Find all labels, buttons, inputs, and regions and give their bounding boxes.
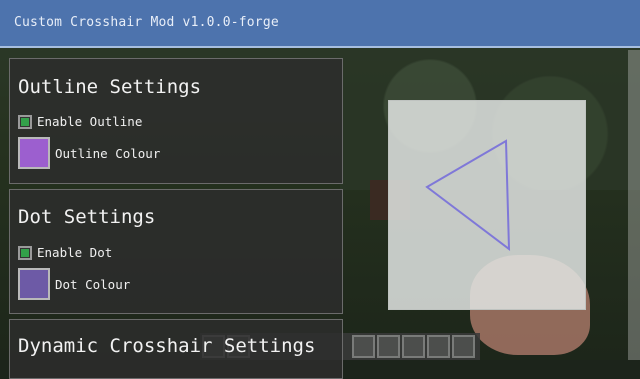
dot-colour-label: Dot Colour	[55, 276, 131, 292]
triangle-crosshair-icon	[425, 139, 511, 252]
outline-settings-panel: Outline Settings Enable Outline Outline …	[9, 58, 343, 184]
hotbar-slot	[427, 335, 450, 358]
hotbar-slot	[352, 335, 375, 358]
dot-settings-heading: Dot Settings	[18, 206, 156, 228]
title-bar: Custom Crosshair Mod v1.0.0-forge	[0, 0, 640, 48]
hotbar-slot	[452, 335, 475, 358]
dynamic-crosshair-settings-heading: Dynamic Crosshair Settings	[18, 335, 316, 357]
outline-colour-row[interactable]: Outline Colour	[18, 137, 160, 169]
enable-dot-row[interactable]: Enable Dot	[18, 245, 112, 260]
dynamic-crosshair-settings-panel: Dynamic Crosshair Settings	[9, 319, 343, 379]
enable-dot-checkbox[interactable]	[18, 245, 32, 260]
outline-colour-swatch[interactable]	[18, 137, 50, 169]
enable-outline-row[interactable]: Enable Outline	[18, 114, 142, 129]
checkbox-checkmark	[21, 117, 29, 126]
scrollbar[interactable]	[628, 50, 640, 360]
outline-colour-label: Outline Colour	[55, 145, 161, 161]
enable-outline-label: Enable Outline	[37, 114, 143, 129]
crosshair-preview	[388, 100, 586, 310]
enable-dot-label: Enable Dot	[37, 245, 113, 260]
dot-settings-panel: Dot Settings Enable Dot Dot Colour	[9, 189, 343, 314]
hotbar-slot	[402, 335, 425, 358]
window-title: Custom Crosshair Mod v1.0.0-forge	[14, 15, 279, 30]
hotbar-slot	[377, 335, 400, 358]
dot-colour-swatch[interactable]	[18, 268, 50, 300]
enable-outline-checkbox[interactable]	[18, 114, 32, 129]
dot-colour-row[interactable]: Dot Colour	[18, 268, 130, 300]
outline-settings-heading: Outline Settings	[18, 76, 202, 98]
checkbox-checkmark	[21, 248, 29, 257]
